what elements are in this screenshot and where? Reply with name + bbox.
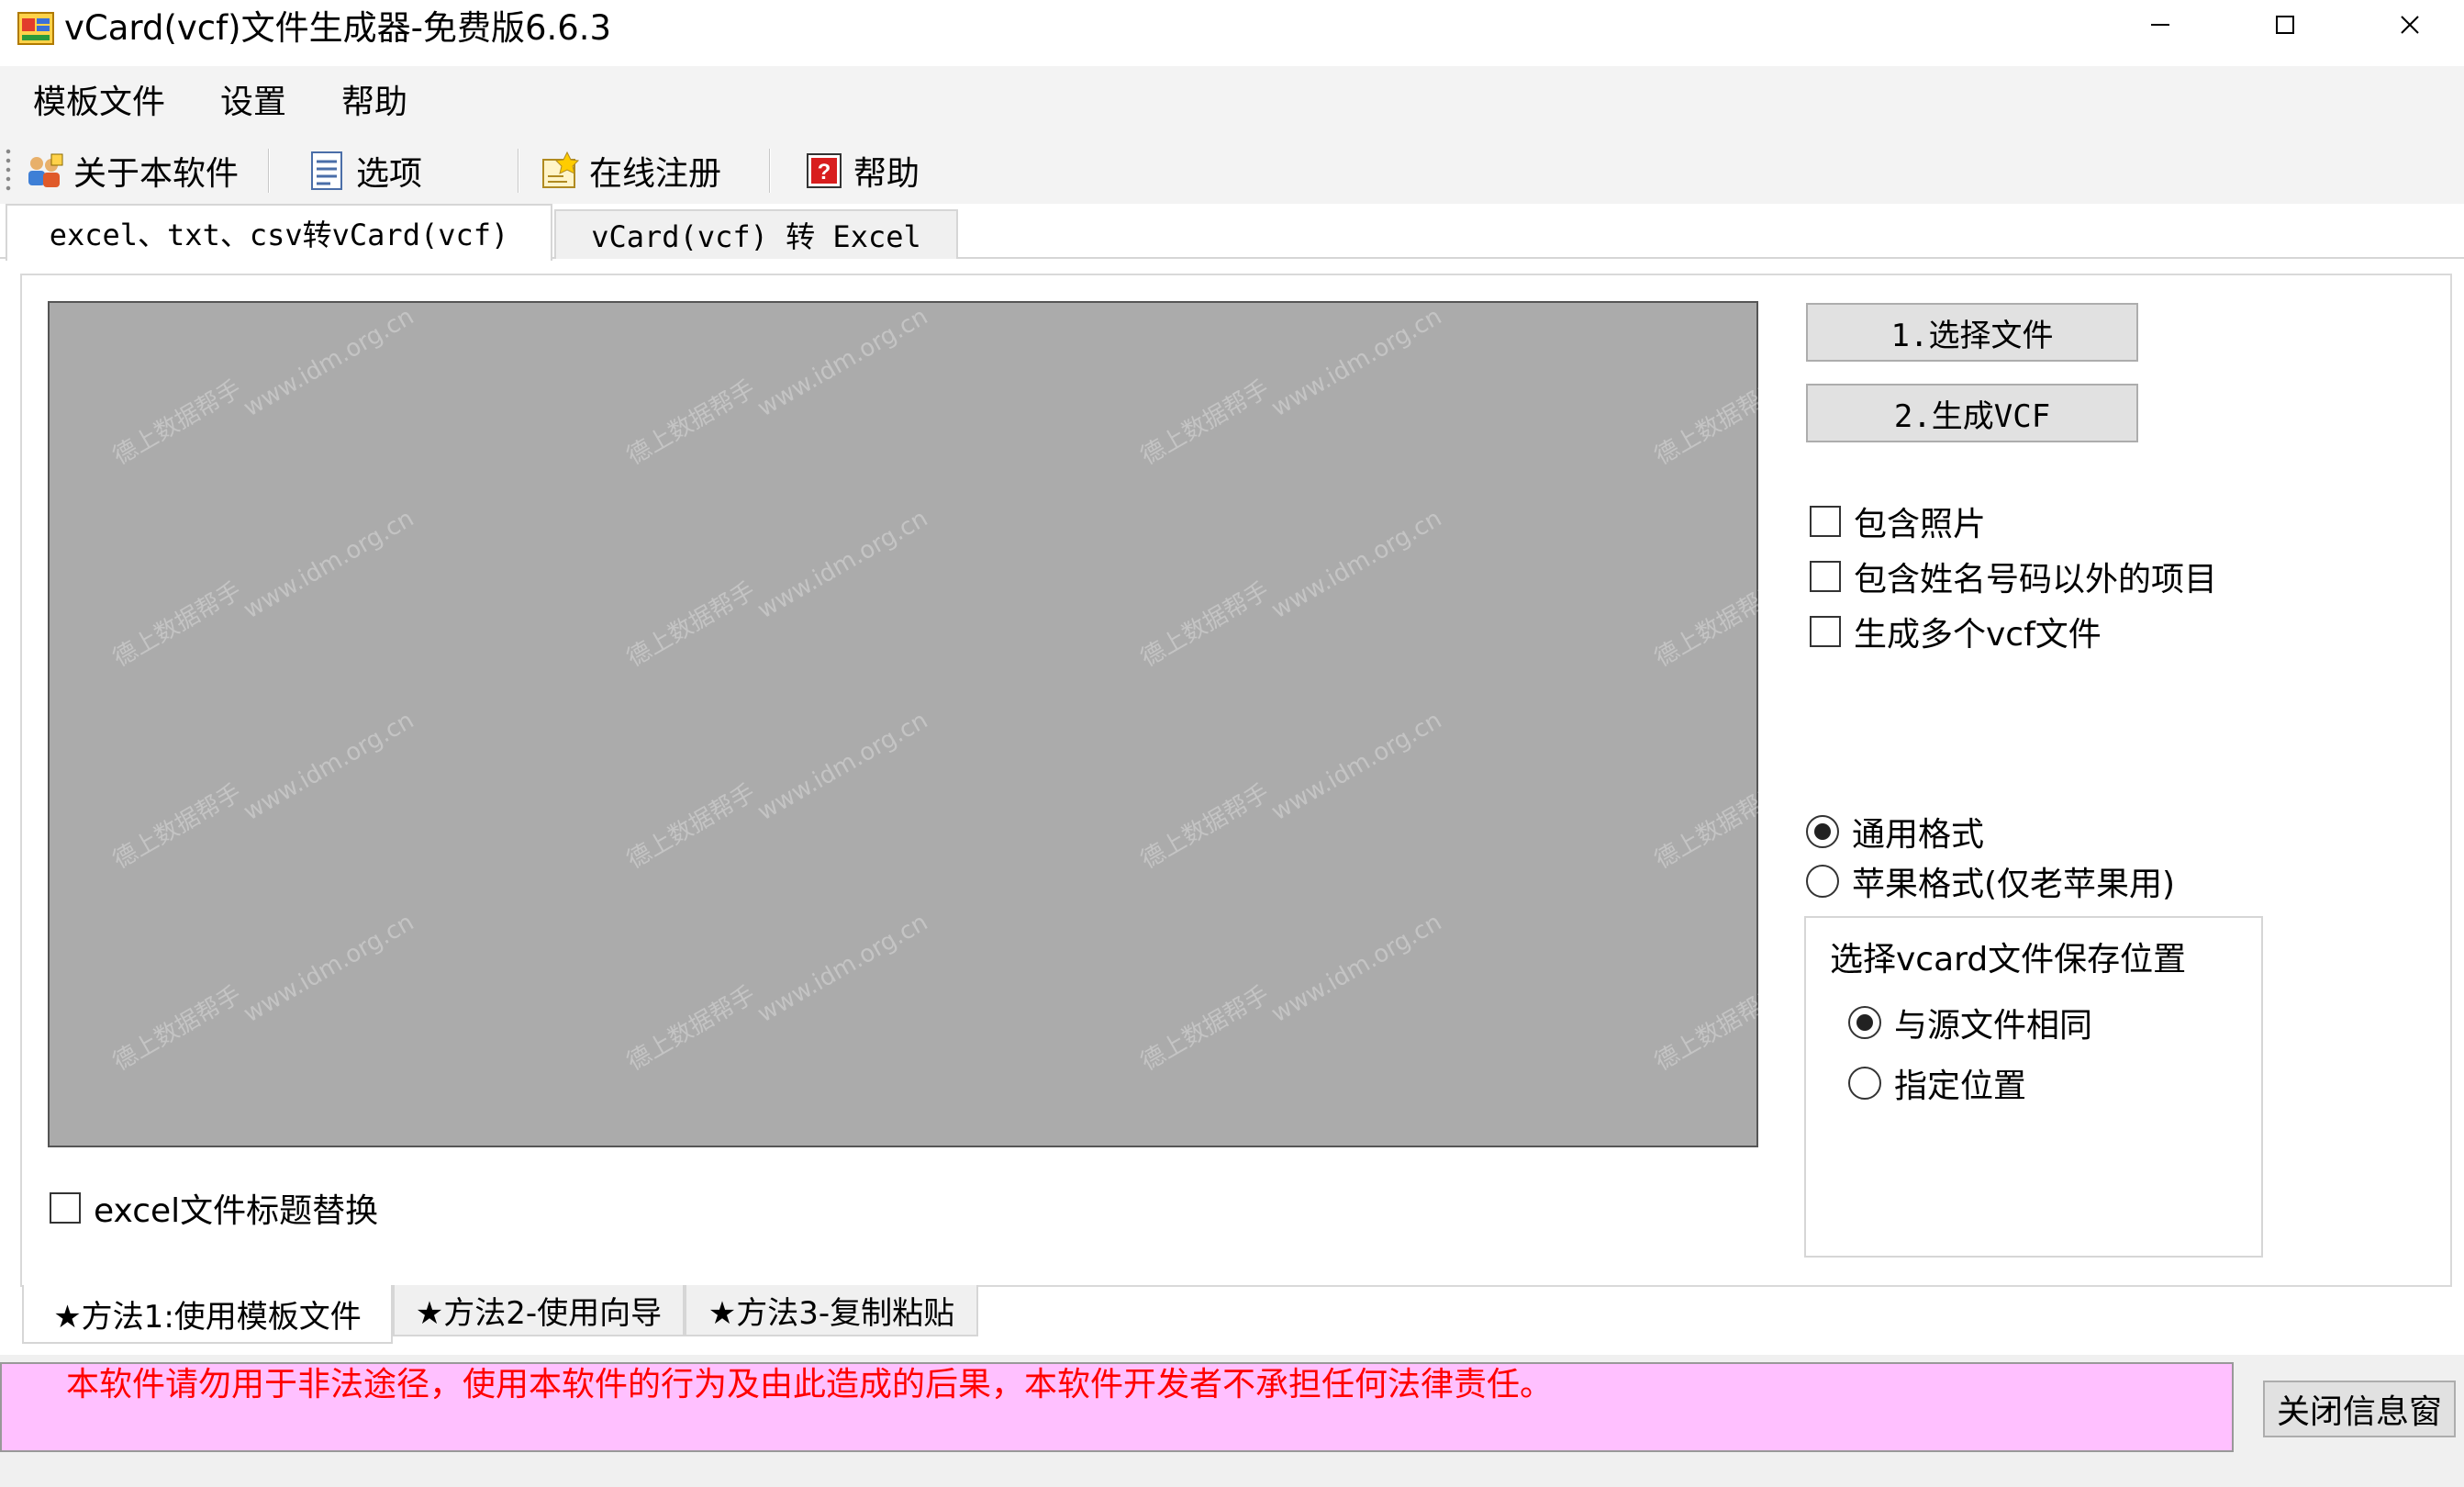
maximize-icon	[2274, 14, 2296, 39]
include-other-checkbox[interactable]	[1810, 561, 1841, 592]
menu-settings[interactable]: 设置	[206, 79, 301, 127]
users-info-icon	[24, 151, 64, 191]
help-toolbar-label: 帮助	[853, 155, 920, 193]
include-photo-option[interactable]: 包含照片	[1810, 498, 1986, 545]
help-toolbar-button[interactable]: ? 帮助	[804, 143, 920, 198]
save-location-title: 选择vcard文件保存位置	[1830, 941, 2187, 978]
minimize-button[interactable]	[2098, 0, 2223, 53]
tab-method-template[interactable]: ★方法1:使用模板文件	[22, 1285, 393, 1344]
watermark-text: 德上数据帮手	[108, 576, 247, 673]
toolbar-separator	[268, 149, 270, 193]
watermark-text: www.idm.org.cn	[1266, 302, 1447, 423]
menu-help[interactable]: 帮助	[327, 79, 422, 127]
register-label: 在线注册	[589, 155, 722, 193]
watermark-text: 德上数据帮手	[1136, 980, 1275, 1077]
tab-method-wizard[interactable]: ★方法2-使用向导	[393, 1285, 685, 1336]
watermark-text: www.idm.org.cn	[239, 504, 419, 625]
watermark-text: www.idm.org.cn	[239, 706, 419, 827]
same-as-source-option[interactable]: 与源文件相同	[1848, 999, 2092, 1046]
register-icon	[540, 151, 580, 191]
watermark-text: www.idm.org.cn	[1266, 706, 1447, 827]
watermark-text: 德上数据帮手	[108, 375, 247, 471]
general-format-label: 通用格式	[1852, 816, 1985, 854]
tab-vcard-to-excel[interactable]: vCard(vcf) 转 Excel	[554, 209, 958, 259]
close-icon	[2399, 14, 2421, 39]
window-title: vCard(vcf)文件生成器-免费版6.6.3	[64, 8, 612, 48]
apple-format-radio[interactable]	[1806, 865, 1839, 898]
include-photo-checkbox[interactable]	[1810, 506, 1841, 537]
watermark-text: www.idm.org.cn	[239, 908, 419, 1029]
options-button[interactable]: 选项	[307, 143, 422, 198]
watermark-text: www.idm.org.cn	[753, 504, 933, 625]
watermark-text: 德上数据帮手	[622, 375, 761, 471]
specified-location-radio[interactable]	[1848, 1067, 1881, 1100]
general-format-option[interactable]: 通用格式	[1806, 808, 1984, 855]
tab-excel-to-vcard[interactable]: excel、txt、csv转vCard(vcf)	[6, 204, 552, 261]
svg-text:?: ?	[818, 160, 831, 184]
watermark-text: 德上数据帮手	[1136, 778, 1275, 875]
multi-files-option[interactable]: 生成多个vcf文件	[1810, 608, 2102, 655]
watermark-text: 德上数据帮手	[108, 778, 247, 875]
excel-title-replace-label: excel文件标题替换	[94, 1192, 379, 1230]
specified-location-option[interactable]: 指定位置	[1848, 1059, 2026, 1107]
options-label: 选项	[356, 155, 423, 193]
close-info-button[interactable]: 关闭信息窗	[2263, 1381, 2456, 1437]
about-button[interactable]: 关于本软件	[24, 143, 239, 198]
watermark-text: 德上数据帮手	[1136, 576, 1275, 673]
include-other-label: 包含姓名号码以外的项目	[1854, 561, 2218, 598]
generate-vcf-button[interactable]: 2.生成VCF	[1806, 384, 2138, 442]
excel-title-replace-option[interactable]: excel文件标题替换	[50, 1184, 378, 1232]
apple-format-option[interactable]: 苹果格式(仅老苹果用)	[1806, 857, 2175, 905]
watermark-text: www.idm.org.cn	[239, 302, 419, 423]
watermark-text: www.idm.org.cn	[753, 302, 933, 423]
about-label: 关于本软件	[73, 155, 240, 193]
watermark-text: www.idm.org.cn	[1266, 504, 1447, 625]
excel-title-replace-checkbox[interactable]	[50, 1192, 81, 1224]
register-button[interactable]: 在线注册	[540, 143, 721, 198]
select-file-button[interactable]: 1.选择文件	[1806, 303, 2138, 362]
tab-method-paste[interactable]: ★方法3-复制粘贴	[685, 1285, 978, 1336]
close-button[interactable]	[2347, 0, 2464, 53]
watermark-text: www.idm.org.cn	[753, 706, 933, 827]
menu-template-file[interactable]: 模板文件	[18, 79, 180, 127]
toolbar-separator	[518, 149, 519, 193]
same-as-source-radio[interactable]	[1848, 1006, 1881, 1039]
general-format-radio[interactable]	[1806, 815, 1839, 848]
watermark-text: 德上数据帮手	[622, 980, 761, 1077]
watermark-text: 德上数据帮手	[622, 576, 761, 673]
app-icon	[17, 9, 57, 50]
watermark-text: 德上数据帮手	[1136, 375, 1275, 471]
watermark-text: 德上数据帮手	[622, 778, 761, 875]
maximize-button[interactable]	[2223, 0, 2347, 53]
include-photo-label: 包含照片	[1854, 506, 1987, 543]
document-list-icon	[307, 151, 347, 191]
include-other-option[interactable]: 包含姓名号码以外的项目	[1810, 553, 2217, 600]
same-as-source-label: 与源文件相同	[1894, 1007, 2093, 1045]
minimize-icon	[2149, 14, 2171, 39]
watermark-text: 德上数据帮手	[108, 980, 247, 1077]
info-message: 本软件请勿用于非法途径，使用本软件的行为及由此造成的后果，本软件开发者不承担任何…	[66, 1366, 1554, 1403]
multi-files-checkbox[interactable]	[1810, 616, 1841, 647]
toolbar-grip[interactable]	[6, 147, 11, 193]
data-grid-area[interactable]: 德上数据帮手 www.idm.org.cn 德上数据帮手 www.idm.org.cn…	[48, 301, 1960, 1147]
watermark-text: www.idm.org.cn	[1266, 908, 1447, 1029]
toolbar-separator	[769, 149, 771, 193]
help-question-icon: ?	[804, 151, 844, 191]
specified-location-label: 指定位置	[1894, 1068, 2027, 1105]
apple-format-label: 苹果格式(仅老苹果用)	[1852, 866, 2176, 903]
watermark-text: www.idm.org.cn	[753, 908, 933, 1029]
multi-files-label: 生成多个vcf文件	[1854, 616, 2102, 654]
